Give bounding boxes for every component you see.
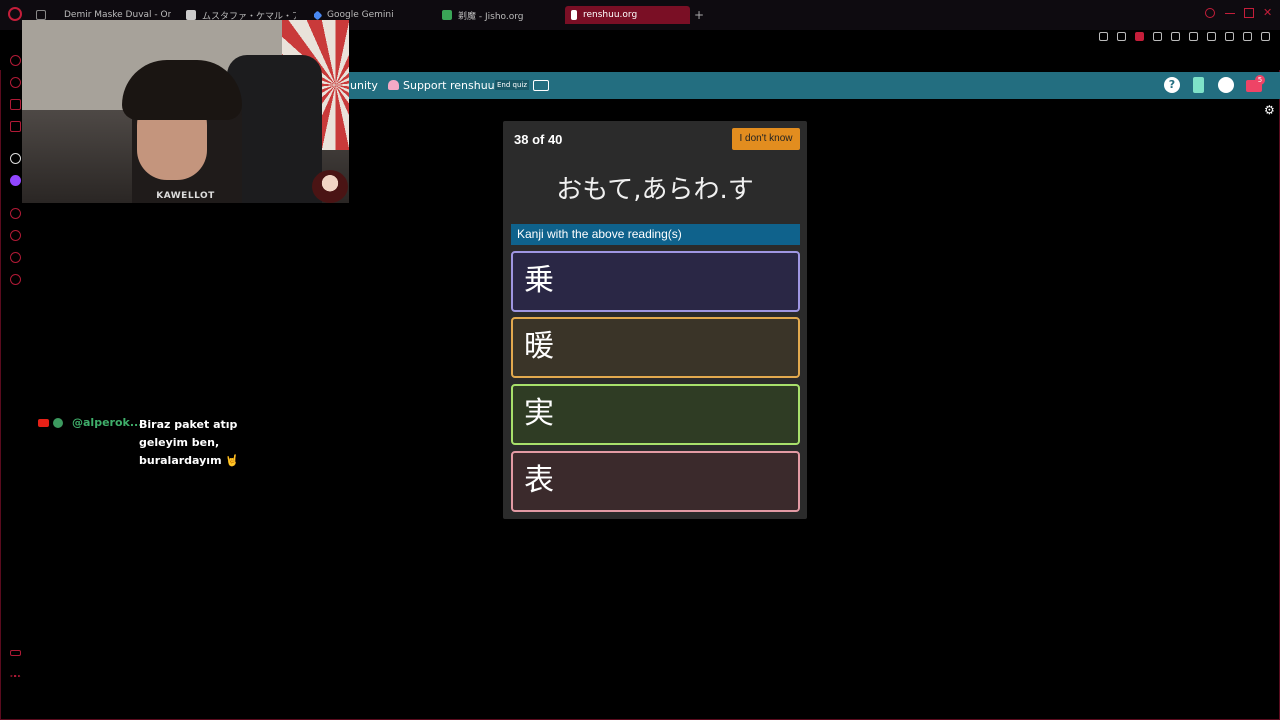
end-quiz-button[interactable]: End quiz (495, 80, 530, 90)
member-badge-icon (53, 418, 63, 428)
youtube-icon (38, 419, 49, 427)
chat-text: Biraz paket atıp geleyim ben, buralarday… (139, 418, 240, 467)
pin-icon[interactable] (1099, 32, 1108, 41)
minimize-icon[interactable] (1225, 8, 1235, 14)
help-icon[interactable]: ? (1164, 77, 1180, 93)
tab-label: 剃魔 - Jisho.org (458, 11, 524, 22)
wikipedia-icon (186, 10, 196, 20)
tab-label: renshuu.org (583, 10, 638, 20)
sidebar-player-icon[interactable] (10, 208, 21, 219)
sidebar-home-icon[interactable] (10, 55, 21, 66)
close-icon[interactable]: ✕ (1263, 7, 1273, 18)
keyboard-icon[interactable] (533, 80, 549, 91)
jisho-icon (442, 10, 452, 20)
nav-support-link[interactable]: Support renshuu (388, 79, 495, 92)
menu-icon[interactable] (1261, 32, 1270, 41)
sidebar-settings-icon[interactable] (10, 274, 21, 285)
gemini-icon (314, 10, 323, 20)
tab-label: Google Gemini (327, 10, 394, 20)
sidebar-more-icon[interactable] (10, 675, 21, 677)
pocket-icon[interactable] (1135, 32, 1144, 41)
renshuu-icon (571, 10, 577, 20)
tab-label: Demir Maske Duval - One (64, 10, 171, 20)
nav-support-label: Support renshuu (403, 79, 495, 92)
maximize-icon[interactable] (1244, 8, 1254, 18)
screenshot-icon[interactable] (1117, 32, 1126, 41)
download-icon[interactable] (1243, 32, 1252, 41)
reading-prompt: おもて,あらわ.す (556, 175, 754, 205)
window-icon (36, 10, 46, 20)
translate-icon[interactable] (1153, 32, 1162, 41)
sidebar-news-icon[interactable] (10, 99, 21, 110)
mail-badge: 5 (1255, 75, 1265, 85)
heart-icon (388, 80, 399, 90)
search-tabs-icon[interactable] (1205, 8, 1215, 18)
question-prompt: Kanji with the above reading(s) (511, 224, 800, 245)
toolbar-icons (1099, 32, 1270, 46)
sidebar-reader-icon[interactable] (10, 121, 21, 132)
question-counter: 38 of 40 (514, 132, 563, 147)
webcam-hair (122, 60, 242, 120)
quiz-card: 38 of 40 I don't know おもて,あらわ.す Kanji wi… (503, 121, 807, 519)
account-icon[interactable] (1225, 32, 1234, 41)
answer-choice[interactable]: 暖 (511, 317, 800, 378)
gear-icon[interactable]: ⚙ (1264, 103, 1275, 117)
sidebar-gx-icon[interactable] (10, 650, 21, 656)
notebook-icon[interactable] (1193, 77, 1204, 93)
chat-icon[interactable] (1218, 77, 1234, 93)
sidebar-ai-icon[interactable] (10, 77, 21, 88)
sidebar-history-icon[interactable] (10, 230, 21, 241)
heart-icon[interactable] (1189, 32, 1198, 41)
answer-choice[interactable]: 実 (511, 384, 800, 445)
answer-choice[interactable]: 表 (511, 451, 800, 512)
play-icon[interactable] (1171, 32, 1180, 41)
sidebar-arrow-icon[interactable] (10, 153, 21, 164)
extensions-icon[interactable] (1207, 32, 1216, 41)
tab-jisho[interactable]: 剃魔 - Jisho.org (442, 6, 552, 24)
dont-know-button[interactable]: I don't know (732, 128, 800, 150)
webcam-name-label: KAWELLOT (156, 191, 215, 201)
opera-logo-icon[interactable] (8, 7, 22, 21)
sidebar-extensions-icon[interactable] (10, 252, 21, 263)
chat-username: @alperok... (72, 416, 143, 429)
nav-community-link[interactable]: unity (350, 79, 378, 92)
webcam-overlay: KAWELLOT (22, 20, 349, 203)
sidebar-twitch-icon[interactable] (10, 175, 21, 186)
tab-renshuu[interactable]: renshuu.org (565, 6, 690, 24)
answer-choice[interactable]: 乗 (511, 251, 800, 312)
new-tab-button[interactable]: + (694, 8, 704, 22)
